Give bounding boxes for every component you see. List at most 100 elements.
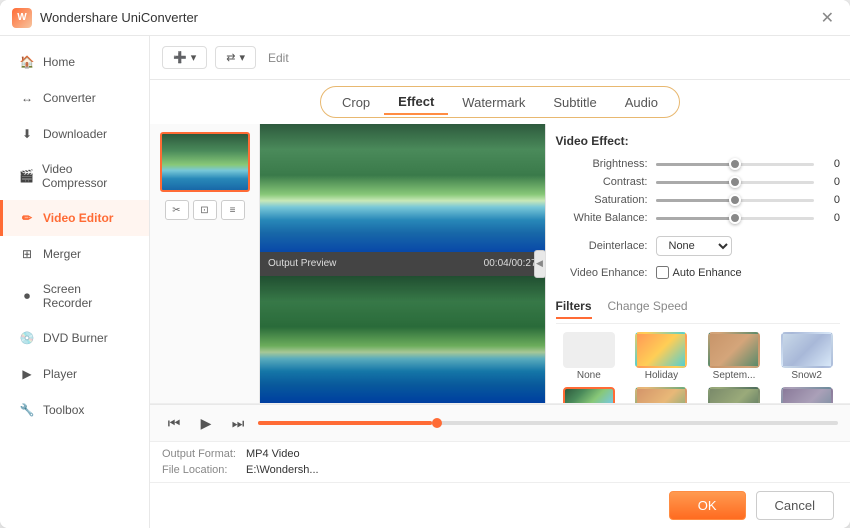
saturation-row: Saturation: 0 — [556, 194, 841, 206]
filter-none[interactable]: None — [556, 332, 623, 381]
merger-icon: ⊞ — [19, 246, 35, 262]
tab-effect[interactable]: Effect — [384, 90, 448, 115]
toolbox-icon: 🔧 — [19, 402, 35, 418]
sidebar-item-converter[interactable]: ↔ Converter — [0, 80, 149, 116]
tab-subtitle[interactable]: Subtitle — [539, 91, 610, 114]
sidebar-item-video-compressor[interactable]: 🎬 Video Compressor — [0, 152, 149, 200]
sidebar-item-dvd-burner[interactable]: 💿 DVD Burner — [0, 320, 149, 356]
preview-info-bar: Output Preview 00:04/00:27 — [260, 252, 545, 276]
filter-holiday-thumb — [635, 332, 687, 368]
cut-tool[interactable]: ✂ — [165, 200, 189, 220]
filter-snow2-thumb — [781, 332, 833, 368]
sidebar-label-editor: Video Editor — [43, 211, 113, 225]
ok-button[interactable]: OK — [669, 491, 746, 520]
filter-snow2-label: Snow2 — [791, 370, 822, 381]
add-file-button[interactable]: ➕ ▾ — [162, 46, 207, 69]
tab-crop[interactable]: Crop — [328, 91, 384, 114]
editor-icon: ✏ — [19, 210, 35, 226]
main-layout: 🏠 Home ↔ Converter ⬇ Downloader 🎬 Video … — [0, 36, 850, 528]
toolbar: ➕ ▾ ⇄ ▾ Edit — [150, 36, 850, 80]
preview-label: Output Preview — [268, 258, 336, 269]
sidebar-item-downloader[interactable]: ⬇ Downloader — [0, 116, 149, 152]
play-button[interactable]: ▶ — [194, 411, 218, 435]
app-logo: W — [12, 8, 32, 28]
bottom-bar: OK Cancel — [150, 482, 850, 528]
sidebar-label-converter: Converter — [43, 91, 96, 105]
cancel-button[interactable]: Cancel — [756, 491, 834, 520]
filter-sunkissed[interactable]: Sunkissed — [628, 387, 695, 403]
recorder-icon: ⏺ — [19, 288, 35, 304]
sidebar: 🏠 Home ↔ Converter ⬇ Downloader 🎬 Video … — [0, 36, 150, 528]
brightness-slider[interactable] — [656, 163, 815, 166]
dvd-icon: 💿 — [19, 330, 35, 346]
output-preview-video — [260, 276, 545, 404]
title-bar: W Wondershare UniConverter ✕ — [0, 0, 850, 36]
collapse-button[interactable]: ◀ — [534, 250, 546, 278]
filter-september[interactable]: Septem... — [701, 332, 768, 381]
saturation-value: 0 — [820, 194, 840, 206]
sidebar-label-dvd: DVD Burner — [43, 331, 108, 345]
format-value: MP4 Video — [246, 448, 300, 460]
contrast-label: Contrast: — [556, 176, 656, 188]
input-preview-video — [260, 124, 545, 252]
more-tool[interactable]: ≡ — [221, 200, 245, 220]
filter-simpleel[interactable]: SimpleEl... — [773, 387, 840, 403]
filter-simpleel-thumb — [781, 387, 833, 403]
sidebar-item-screen-recorder[interactable]: ⏺ Screen Recorder — [0, 272, 149, 320]
enhance-text: Auto Enhance — [673, 267, 742, 279]
filter-september-label: Septem... — [713, 370, 756, 381]
top-section: ✂ ⊡ ≡ Output Preview 00:04/00:27 — [150, 124, 850, 403]
filter-willow[interactable]: Willow — [701, 387, 768, 403]
tab-audio[interactable]: Audio — [611, 91, 672, 114]
white-balance-slider[interactable] — [656, 217, 815, 220]
sidebar-item-merger[interactable]: ⊞ Merger — [0, 236, 149, 272]
sidebar-label-home: Home — [43, 55, 75, 69]
downloader-icon: ⬇ — [19, 126, 35, 142]
tab-watermark[interactable]: Watermark — [448, 91, 539, 114]
sidebar-item-home[interactable]: 🏠 Home — [0, 44, 149, 80]
enhance-checkbox[interactable] — [656, 266, 669, 279]
bottom-controls: ⏮ ▶ ⏭ Output Format: MP4 Video — [150, 403, 850, 482]
saturation-slider[interactable] — [656, 199, 815, 202]
deinterlace-select[interactable]: None Blend Bob Discard — [656, 236, 732, 256]
prev-button[interactable]: ⏮ — [162, 411, 186, 435]
split-tool[interactable]: ⊡ — [193, 200, 217, 220]
filter-aibao-thumb — [563, 387, 615, 403]
filter-none-thumb — [563, 332, 615, 368]
convert-icon: ⇄ — [226, 51, 235, 64]
compressor-icon: 🎬 — [19, 168, 34, 184]
saturation-label: Saturation: — [556, 194, 656, 206]
effects-panel: Video Effect: Brightness: 0 Contrast: — [546, 124, 850, 403]
filter-snow2[interactable]: Snow2 — [773, 332, 840, 381]
filter-tab-speed[interactable]: Change Speed — [608, 299, 688, 319]
filter-holiday[interactable]: Holiday — [628, 332, 695, 381]
filters-grid: None Holiday Septem... — [556, 332, 841, 403]
sidebar-item-toolbox[interactable]: 🔧 Toolbox — [0, 392, 149, 428]
format-row: Output Format: MP4 Video — [162, 446, 838, 462]
sidebar-label-merger: Merger — [43, 247, 81, 261]
brightness-row: Brightness: 0 — [556, 158, 841, 170]
white-balance-value: 0 — [820, 212, 840, 224]
sidebar-item-video-editor[interactable]: ✏ Video Editor — [0, 200, 149, 236]
contrast-slider[interactable] — [656, 181, 815, 184]
sidebar-label-downloader: Downloader — [43, 127, 107, 141]
close-button[interactable]: ✕ — [817, 8, 838, 28]
playback-controls: ⏮ ▶ ⏭ — [150, 404, 850, 441]
sidebar-item-player[interactable]: ▶ Player — [0, 356, 149, 392]
preview-top — [260, 124, 545, 252]
progress-bar[interactable] — [258, 421, 838, 425]
thumbnail-item[interactable] — [160, 132, 250, 192]
home-icon: 🏠 — [19, 54, 35, 70]
preview-time: 00:04/00:27 — [484, 258, 537, 269]
player-icon: ▶ — [19, 366, 35, 382]
deinterlace-row: Deinterlace: None Blend Bob Discard — [556, 236, 841, 256]
filter-holiday-label: Holiday — [645, 370, 678, 381]
filter-tab-filters[interactable]: Filters — [556, 299, 592, 319]
add-icon: ➕ — [173, 51, 187, 64]
convert-button[interactable]: ⇄ ▾ — [215, 46, 256, 69]
filter-tabs: Filters Change Speed — [556, 299, 841, 324]
thumbnails-panel: ✂ ⊡ ≡ — [150, 124, 260, 403]
contrast-value: 0 — [820, 176, 840, 188]
filter-aibao[interactable]: Aibao — [556, 387, 623, 403]
next-button[interactable]: ⏭ — [226, 411, 250, 435]
